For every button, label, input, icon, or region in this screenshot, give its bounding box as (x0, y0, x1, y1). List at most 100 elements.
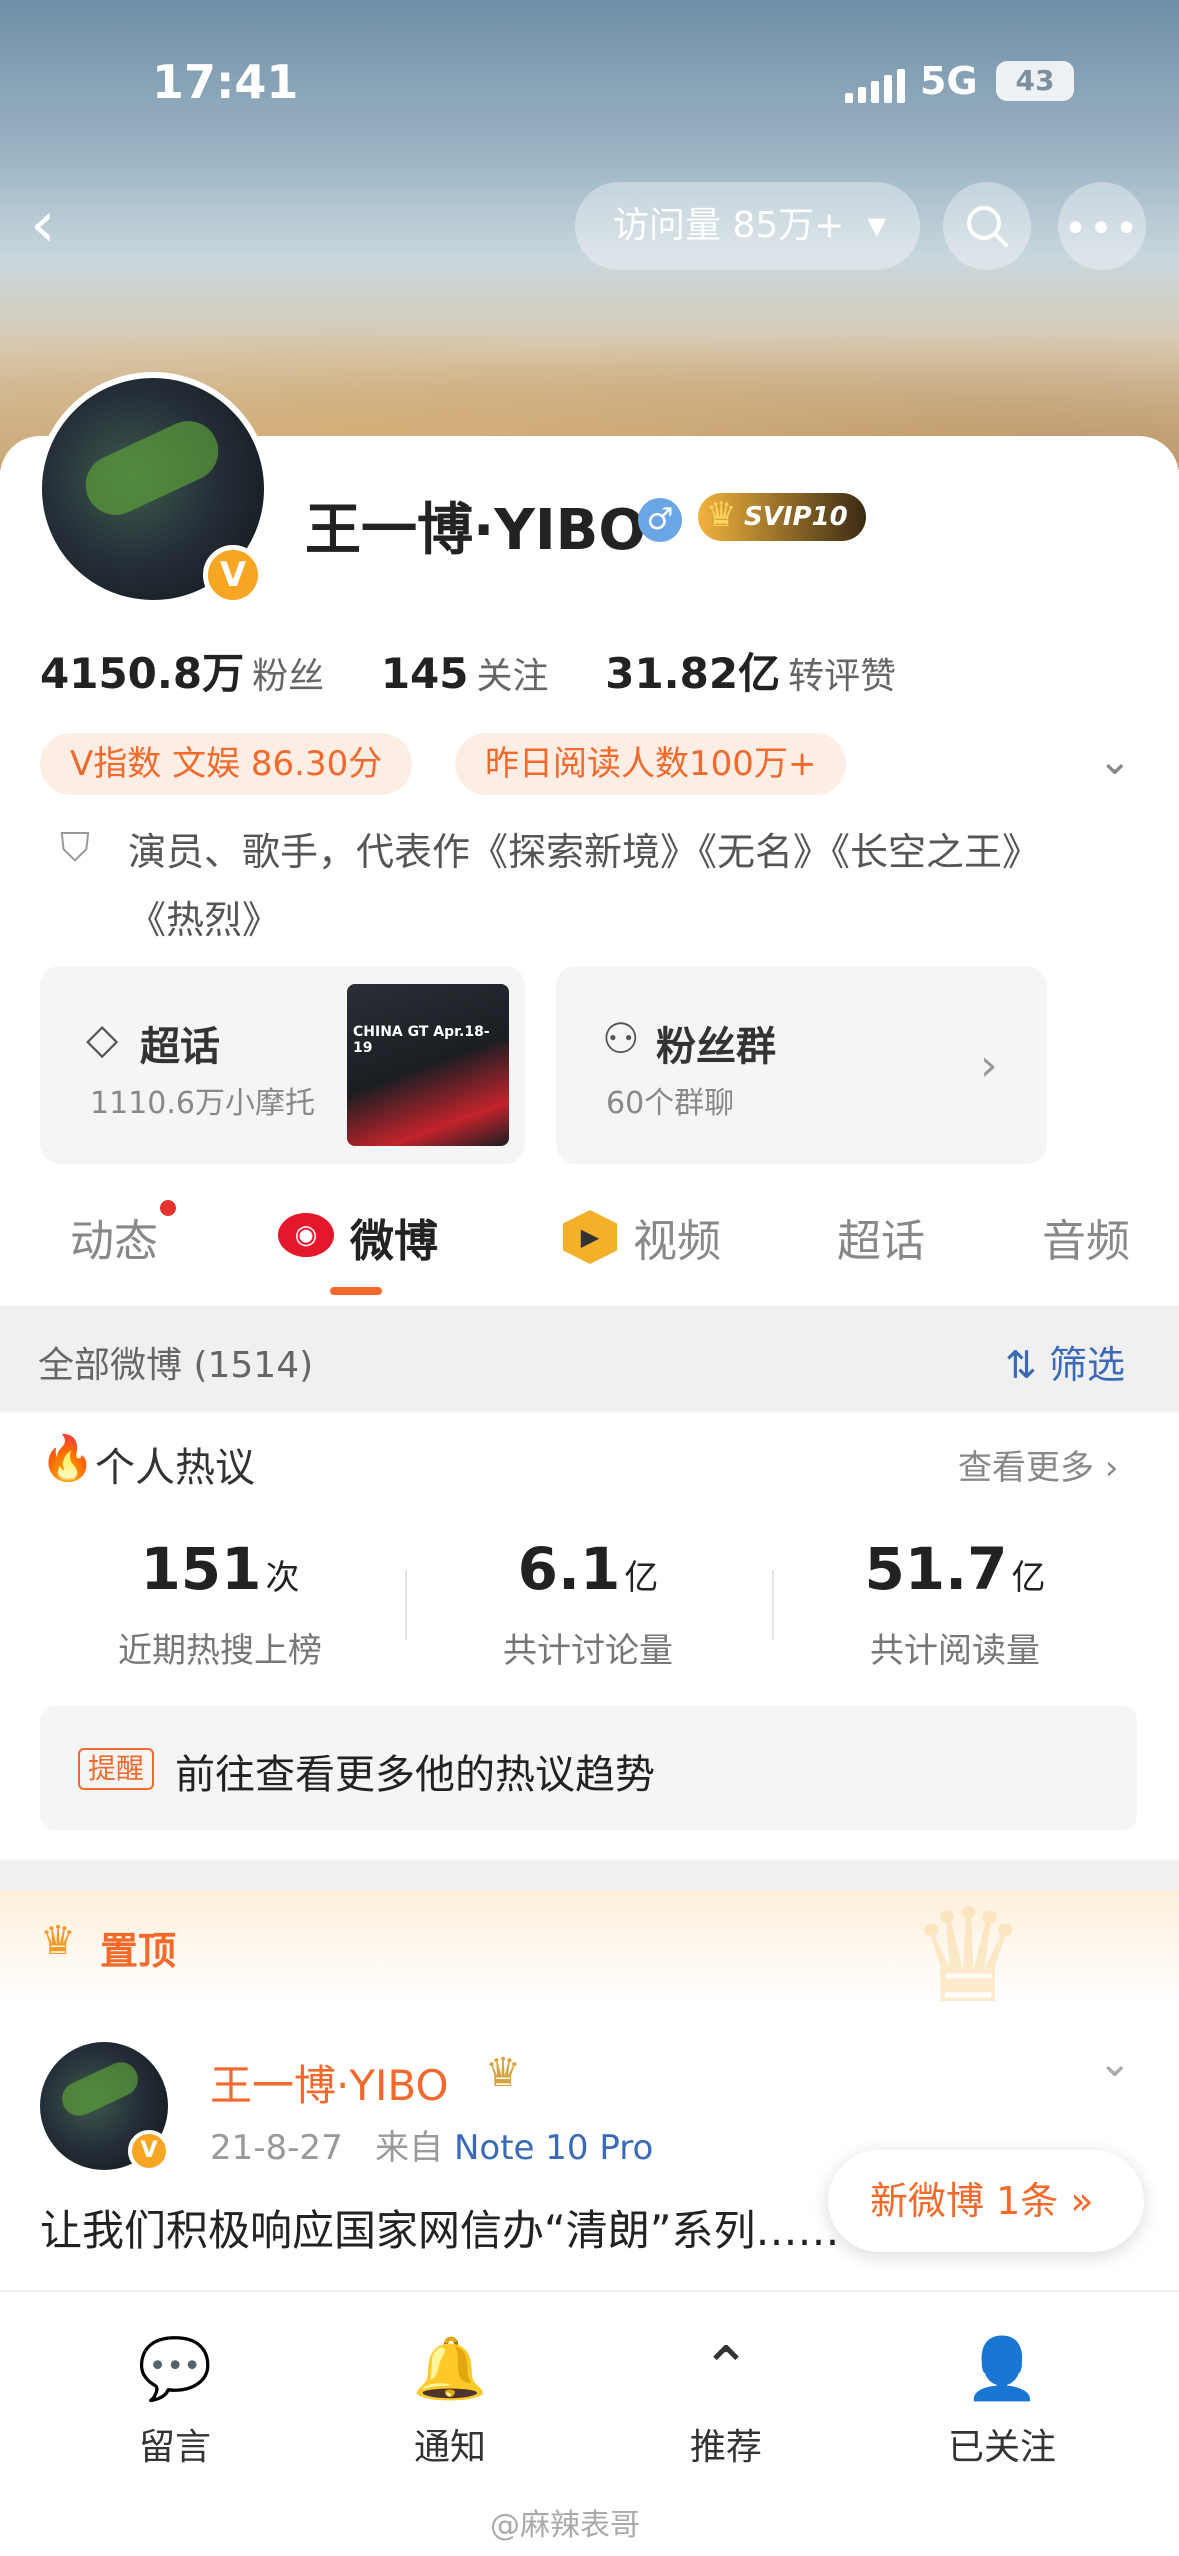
group-icon: ⚇ (602, 1014, 640, 1063)
shield-icon: ⛉ (60, 825, 90, 871)
fan-group-title: 粉丝群 (656, 1024, 776, 1070)
metric-unit: 亿 (1011, 1558, 1046, 1598)
profile-stats: 4150.8万 粉丝 145 关注 31.82亿 转评赞 (40, 640, 940, 701)
metric-discussions[interactable]: 6.1 亿 共计讨论量 (408, 1535, 768, 1672)
male-icon: ♂ (638, 498, 682, 542)
flame-icon: 🔥 (40, 1433, 95, 1484)
see-more-link[interactable]: 查看更多 › (958, 1440, 1118, 1489)
fan-group-sub: 60个群聊 (606, 1086, 735, 1121)
profile-bio: 演员、歌手，代表作《探索新境》《无名》《长空之王》《热烈》 (128, 830, 1041, 942)
notify-button[interactable]: 🔔 通知 (350, 2332, 550, 2470)
followed-label: 已关注 (947, 2427, 1056, 2468)
visits-label: 访问量 85万+ (613, 205, 845, 246)
tab-super-topic[interactable]: 超话 (837, 1205, 925, 1269)
metric-label: 共计阅读量 (870, 1631, 1040, 1671)
back-button[interactable]: ‹ (30, 193, 80, 257)
message-label: 留言 (138, 2427, 211, 2468)
super-topic-thumbnail[interactable]: CHINA GT Apr.18-19 (347, 984, 509, 1146)
more-button[interactable]: ••• (1058, 182, 1146, 270)
divider (405, 1570, 407, 1640)
followed-icon: 👤 (964, 2334, 1040, 2404)
new-post-pill[interactable]: 新微博 1条 » (828, 2150, 1144, 2252)
recommend-button[interactable]: ⌃ 推荐 (626, 2332, 826, 2470)
message-icon: 💬 (137, 2334, 213, 2404)
followed-button[interactable]: 👤 已关注 (902, 2332, 1102, 2470)
profile-tabs: 动态 微博 视频 超话 音频 (0, 1205, 1179, 1285)
filter-icon: ⇅ (1005, 1343, 1037, 1387)
verified-badge-icon: V (128, 2130, 170, 2172)
post-date: 21-8-27 (210, 2128, 343, 2168)
search-button[interactable] (943, 182, 1031, 270)
caret-down-icon: ▼ (867, 212, 886, 240)
post-author[interactable]: 王一博·YIBO (210, 2052, 449, 2113)
metric-value: 151 (140, 1535, 262, 1603)
metric-unit: 亿 (624, 1558, 659, 1598)
super-topic-title: 超话 (140, 1024, 220, 1070)
see-more-label: 查看更多 (958, 1448, 1094, 1488)
fan-group-card[interactable]: ⚇ 粉丝群 60个群聊 (556, 966, 1047, 1164)
followers-label[interactable]: 粉丝 (252, 656, 324, 697)
message-button[interactable]: 💬 留言 (75, 2332, 275, 2470)
post-meta: 21-8-27 来自 Note 10 Pro (210, 2120, 653, 2169)
metric-label: 近期热搜上榜 (118, 1631, 322, 1671)
filter-button[interactable]: ⇅ 筛选 (1005, 1334, 1125, 1389)
active-tab-indicator (330, 1287, 382, 1295)
post-menu-chevron-icon[interactable]: ⌄ (1098, 2040, 1132, 2086)
metric-unit: 次 (265, 1558, 300, 1598)
following-label[interactable]: 关注 (476, 656, 548, 697)
metric-reads[interactable]: 51.7 亿 共计阅读量 (775, 1535, 1135, 1672)
tab-dynamics[interactable]: 动态 (70, 1205, 158, 1269)
network-type: 5G (920, 59, 978, 103)
recommend-icon: ⌃ (700, 2334, 752, 2404)
following-count[interactable]: 145 (381, 649, 469, 698)
metric-value: 6.1 (517, 1535, 621, 1603)
pinned-label: 置顶 (100, 1929, 177, 1973)
v-index-tag[interactable]: V指数 文娱 86.30分 (40, 733, 413, 795)
battery-icon: 43 (996, 61, 1074, 101)
filter-label: 筛选 (1048, 1343, 1125, 1387)
watermark: @麻辣表哥 (490, 2508, 640, 2543)
divider (772, 1570, 774, 1640)
status-time: 17:41 (152, 55, 299, 109)
engagement-count: 31.82亿 (605, 649, 781, 698)
crown-decoration-icon: ♛ (910, 1880, 1027, 2032)
readers-tag[interactable]: 昨日阅读人数100万+ (455, 733, 847, 795)
chevron-right-icon: › (1104, 1448, 1119, 1488)
svip-badge[interactable]: SVIP10 (698, 491, 866, 541)
post-from-label: 来自 (375, 2128, 444, 2168)
more-icon: ••• (1063, 206, 1141, 252)
pinned-header: ♛ 置顶 ♛ (0, 1880, 1179, 2032)
signal-icon (845, 69, 905, 103)
metric-value: 51.7 (864, 1535, 1008, 1603)
remind-badge: 提醒 (78, 1748, 155, 1790)
tab-audio[interactable]: 音频 (1042, 1205, 1130, 1269)
metric-hot-search[interactable]: 151 次 近期热搜上榜 (40, 1535, 400, 1672)
notify-label: 通知 (413, 2427, 486, 2468)
bell-icon: 🔔 (412, 2334, 488, 2404)
visits-dropdown[interactable]: 访问量 85万+ ▼ (575, 182, 920, 270)
recommend-label: 推荐 (689, 2427, 762, 2468)
diamond-icon: ◇ (86, 1014, 119, 1063)
hot-trend-reminder[interactable]: 提醒 前往查看更多他的热议趋势 (40, 1706, 1137, 1830)
vip-crown-icon: ♛ (485, 2050, 521, 2096)
crown-icon: ♛ (40, 1918, 76, 1964)
followers-count[interactable]: 4150.8万 (40, 649, 244, 698)
all-posts-label[interactable]: 全部微博 (1514) (38, 1336, 313, 1388)
filter-bar: 全部微博 (1514) ⇅ 筛选 (0, 1306, 1179, 1412)
profile-name: 王一博·YIBO (305, 498, 646, 563)
engagement-label: 转评赞 (788, 656, 897, 697)
chevron-right-icon: › (980, 1040, 998, 1091)
hot-discussion-title: 个人热议 (95, 1445, 255, 1491)
double-chevron-down-icon: » (1070, 2179, 1094, 2223)
thumbnail-caption: CHINA GT Apr.18-19 (353, 1024, 490, 1056)
remind-text: 前往查看更多他的热议趋势 (175, 1752, 655, 1798)
status-bar: 17:41 5G 43 (0, 55, 1179, 115)
new-post-label: 新微博 1条 (870, 2179, 1059, 2223)
super-topic-sub: 1110.6万小摩托 (90, 1086, 315, 1121)
tab-video[interactable]: 视频 (633, 1205, 721, 1269)
metric-label: 共计讨论量 (503, 1631, 673, 1671)
tab-weibo[interactable]: 微博 (350, 1205, 438, 1269)
chevron-down-icon[interactable]: ⌄ (1098, 738, 1132, 784)
post-source[interactable]: Note 10 Pro (454, 2128, 653, 2168)
verified-badge-icon: V (203, 545, 263, 605)
